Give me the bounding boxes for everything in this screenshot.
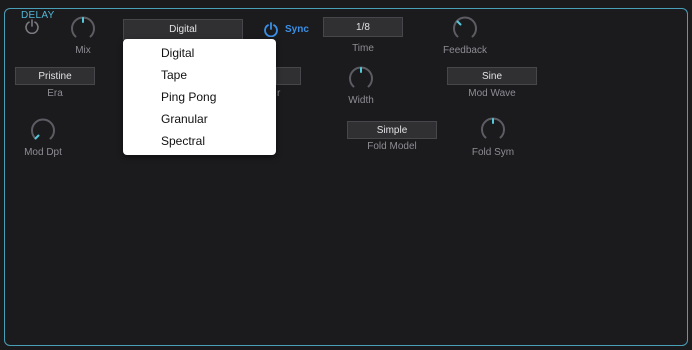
algorithm-dropdown-menu: Digital Tape Ping Pong Granular Spectral (123, 39, 276, 155)
menu-item-ping-pong[interactable]: Ping Pong (123, 86, 276, 108)
sync-power-icon[interactable] (263, 21, 279, 37)
mix-label: Mix (75, 45, 91, 56)
fold-model-label: Fold Model (367, 141, 417, 152)
era-select[interactable]: Pristine (15, 67, 95, 85)
mod-wave-label: Mod Wave (468, 88, 516, 99)
mix-knob[interactable] (69, 15, 97, 43)
era-label: Era (47, 88, 63, 99)
menu-item-tape[interactable]: Tape (123, 64, 276, 86)
width-label: Width (348, 95, 374, 106)
feedback-knob[interactable] (451, 15, 479, 43)
menu-item-digital[interactable]: Digital (123, 42, 276, 64)
time-field[interactable]: 1/8 (323, 17, 403, 37)
time-label: Time (352, 43, 374, 54)
delay-panel: DELAY (4, 8, 688, 346)
fold-sym-knob[interactable] (479, 116, 507, 144)
sync-label[interactable]: Sync (285, 24, 309, 35)
menu-item-granular[interactable]: Granular (123, 108, 276, 130)
fold-sym-label: Fold Sym (471, 147, 515, 158)
hidden-select-fragment[interactable] (276, 67, 301, 85)
power-icon[interactable] (24, 18, 40, 34)
mod-depth-label: Mod Dpt (24, 147, 62, 158)
mod-depth-knob[interactable] (29, 117, 57, 145)
feedback-label: Feedback (443, 45, 487, 56)
mod-wave-select[interactable]: Sine (447, 67, 537, 85)
hidden-label-fragment: r (277, 88, 281, 99)
algorithm-select[interactable]: Digital (123, 19, 243, 40)
fold-model-select[interactable]: Simple (347, 121, 437, 139)
menu-item-spectral[interactable]: Spectral (123, 130, 276, 152)
width-knob[interactable] (347, 65, 375, 93)
